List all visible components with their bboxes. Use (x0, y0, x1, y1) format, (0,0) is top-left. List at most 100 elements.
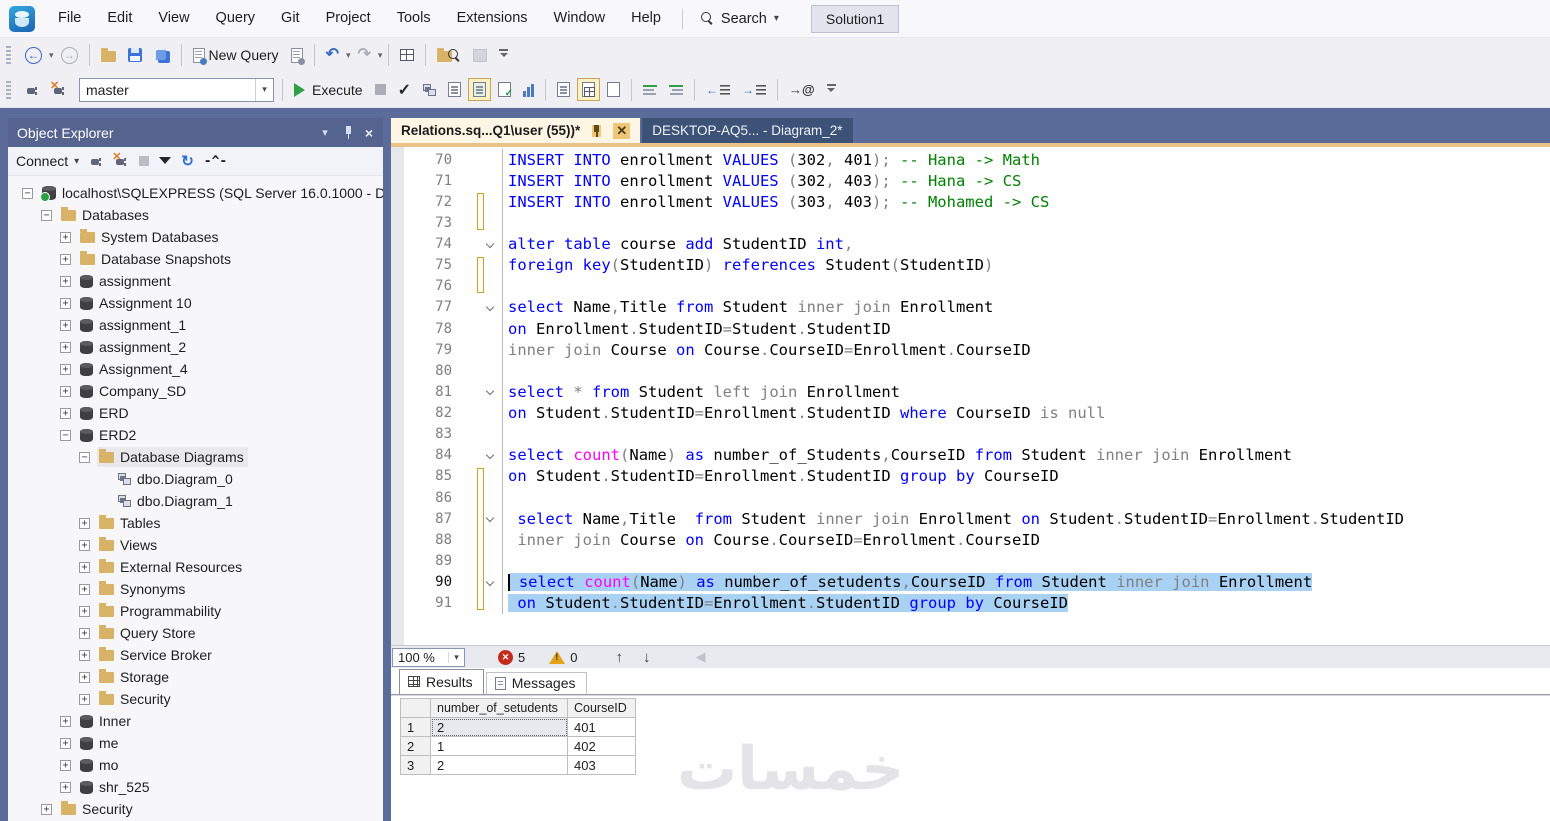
tree-row-18[interactable]: + Synonyms (8, 578, 383, 600)
expand-icon[interactable]: + (60, 297, 71, 309)
grid-row-1[interactable]: 2 1 402 (400, 736, 636, 756)
expand-icon[interactable]: + (60, 319, 71, 331)
code-line-91[interactable]: 91 on Student.StudentID=Enrollment.Stude… (391, 593, 1550, 614)
expand-icon[interactable]: + (79, 671, 90, 683)
tree-item[interactable]: Security (97, 689, 175, 709)
toolbar-grip[interactable] (6, 46, 11, 64)
tree-item[interactable]: Service Broker (97, 645, 216, 665)
tree-row-6[interactable]: + assignment_1 (8, 314, 383, 336)
collapse-chevron-icon[interactable] (486, 577, 494, 586)
close-icon[interactable]: ✕ (613, 122, 631, 139)
menu-item-help[interactable]: Help (618, 0, 674, 37)
tree-item[interactable]: Assignment_4 (78, 359, 192, 379)
tree-row-24[interactable]: + Inner (8, 710, 383, 732)
available-databases-combobox[interactable]: master ▾ (79, 77, 274, 102)
tree-item[interactable]: Security (59, 799, 137, 819)
expand-icon[interactable]: + (79, 561, 90, 573)
tree-item[interactable]: me (78, 733, 122, 753)
grid-row-header[interactable]: 3 (400, 755, 431, 775)
object-explorer-titlebar[interactable]: Object Explorer ▾ × (8, 118, 383, 147)
expand-icon[interactable]: + (60, 407, 71, 419)
redo-dropdown-caret[interactable]: ▾ (377, 50, 384, 61)
tree-item[interactable]: Databases (59, 205, 153, 225)
disconnect-plug-icon[interactable]: ✕ (112, 151, 129, 168)
collapse-icon[interactable]: − (60, 429, 71, 441)
tree-item[interactable]: shr_525 (78, 777, 154, 797)
expand-icon[interactable]: + (79, 583, 90, 595)
open-file-button[interactable] (96, 44, 121, 66)
expand-icon[interactable]: + (79, 539, 90, 551)
code-line-76[interactable]: 76 (391, 276, 1550, 297)
grid-cell[interactable]: 401 (567, 717, 636, 737)
tree-row-20[interactable]: + Query Store (8, 622, 383, 644)
comment-button[interactable] (638, 80, 662, 100)
tree-row-1[interactable]: − Databases (8, 204, 383, 226)
parse-button[interactable]: ✓ (393, 76, 416, 104)
code-line-90[interactable]: 90 select count(Name) as number_of_setud… (391, 572, 1550, 593)
grid-row-0[interactable]: 1 2 401 (400, 717, 636, 737)
expand-icon[interactable]: + (79, 627, 90, 639)
grid-cell[interactable]: 1 (430, 736, 568, 756)
code-line-72[interactable]: 72 INSERT INTO enrollment VALUES (303, 40… (391, 191, 1550, 212)
results-to-grid-button[interactable] (577, 78, 600, 101)
tree-row-25[interactable]: + me (8, 732, 383, 754)
tree-row-26[interactable]: + mo (8, 754, 383, 776)
object-explorer-details-button[interactable] (432, 44, 466, 66)
client-statistics-button[interactable] (518, 79, 539, 101)
actual-plan-button[interactable]: ✓ (493, 78, 516, 101)
pin-icon[interactable] (344, 126, 353, 139)
tree-row-23[interactable]: + Security (8, 688, 383, 710)
code-line-80[interactable]: 80 (391, 360, 1550, 381)
tree-row-7[interactable]: + assignment_2 (8, 336, 383, 358)
toolbar-overflow-button[interactable] (499, 49, 509, 61)
window-position-chevron-icon[interactable]: ▾ (322, 126, 328, 139)
collapse-chevron-icon[interactable] (486, 302, 494, 311)
warning-badge[interactable]: 0 (549, 650, 577, 665)
grid-row-header[interactable]: 1 (400, 717, 431, 737)
tree-row-8[interactable]: + Assignment_4 (8, 358, 383, 380)
grid-cell[interactable]: 2 (430, 755, 568, 775)
menu-item-edit[interactable]: Edit (94, 0, 145, 37)
collapse-chevron-icon[interactable] (486, 450, 494, 459)
tree-item[interactable]: Assignment 10 (78, 293, 196, 313)
code-line-75[interactable]: 75 foreign key(StudentID) references Stud… (391, 255, 1550, 276)
grid-corner-cell[interactable] (400, 698, 431, 718)
tree-item[interactable]: Tables (97, 513, 164, 533)
tree-row-5[interactable]: + Assignment 10 (8, 292, 383, 314)
code-line-79[interactable]: 79 inner join Course on Course.CourseID=E… (391, 339, 1550, 360)
nav-back-button[interactable]: ← (20, 43, 47, 68)
connect-database-button[interactable] (20, 79, 45, 101)
tree-row-13[interactable]: dbo.Diagram_0 (8, 468, 383, 490)
increase-indent-button[interactable]: → (737, 79, 771, 101)
expand-icon[interactable]: + (79, 649, 90, 661)
expand-icon[interactable]: + (60, 363, 71, 375)
tree-item[interactable]: Query Store (97, 623, 199, 643)
change-connection-button[interactable]: ✕ (47, 79, 72, 101)
tree-item[interactable]: Synonyms (97, 579, 189, 599)
code-line-73[interactable]: 73 (391, 212, 1550, 233)
tree-item[interactable]: assignment (78, 271, 175, 291)
specify-template-values-button[interactable]: →@ (784, 78, 820, 101)
code-line-84[interactable]: 84 select count(Name) as number_of_Studen… (391, 445, 1550, 466)
menu-item-extensions[interactable]: Extensions (444, 0, 541, 37)
expand-icon[interactable]: + (60, 759, 71, 771)
code-line-89[interactable]: 89 (391, 550, 1550, 571)
collapse-chevron-icon[interactable] (486, 387, 494, 396)
pin-icon[interactable] (592, 124, 602, 137)
tree-row-12[interactable]: − Database Diagrams (8, 446, 383, 468)
tree-row-0[interactable]: − localhost\SQLEXPRESS (SQL Server 16.0.1… (8, 182, 383, 204)
menu-item-tools[interactable]: Tools (384, 0, 444, 37)
expand-icon[interactable]: + (60, 737, 71, 749)
estimated-plan-button[interactable] (418, 80, 441, 100)
code-line-77[interactable]: 77 select Name,Title from Student inner j… (391, 297, 1550, 318)
redo-button[interactable]: ↷ (353, 43, 376, 67)
tree-item[interactable]: Views (97, 535, 161, 555)
tree-row-17[interactable]: + External Resources (8, 556, 383, 578)
code-line-87[interactable]: 87 select Name,Title from Student inner … (391, 508, 1550, 529)
tree-row-27[interactable]: + shr_525 (8, 776, 383, 798)
tree-row-10[interactable]: + ERD (8, 402, 383, 424)
tree-row-11[interactable]: − ERD2 (8, 424, 383, 446)
results-to-text-button[interactable] (552, 78, 575, 101)
expand-icon[interactable]: + (60, 275, 71, 287)
expand-icon[interactable]: + (41, 803, 52, 815)
